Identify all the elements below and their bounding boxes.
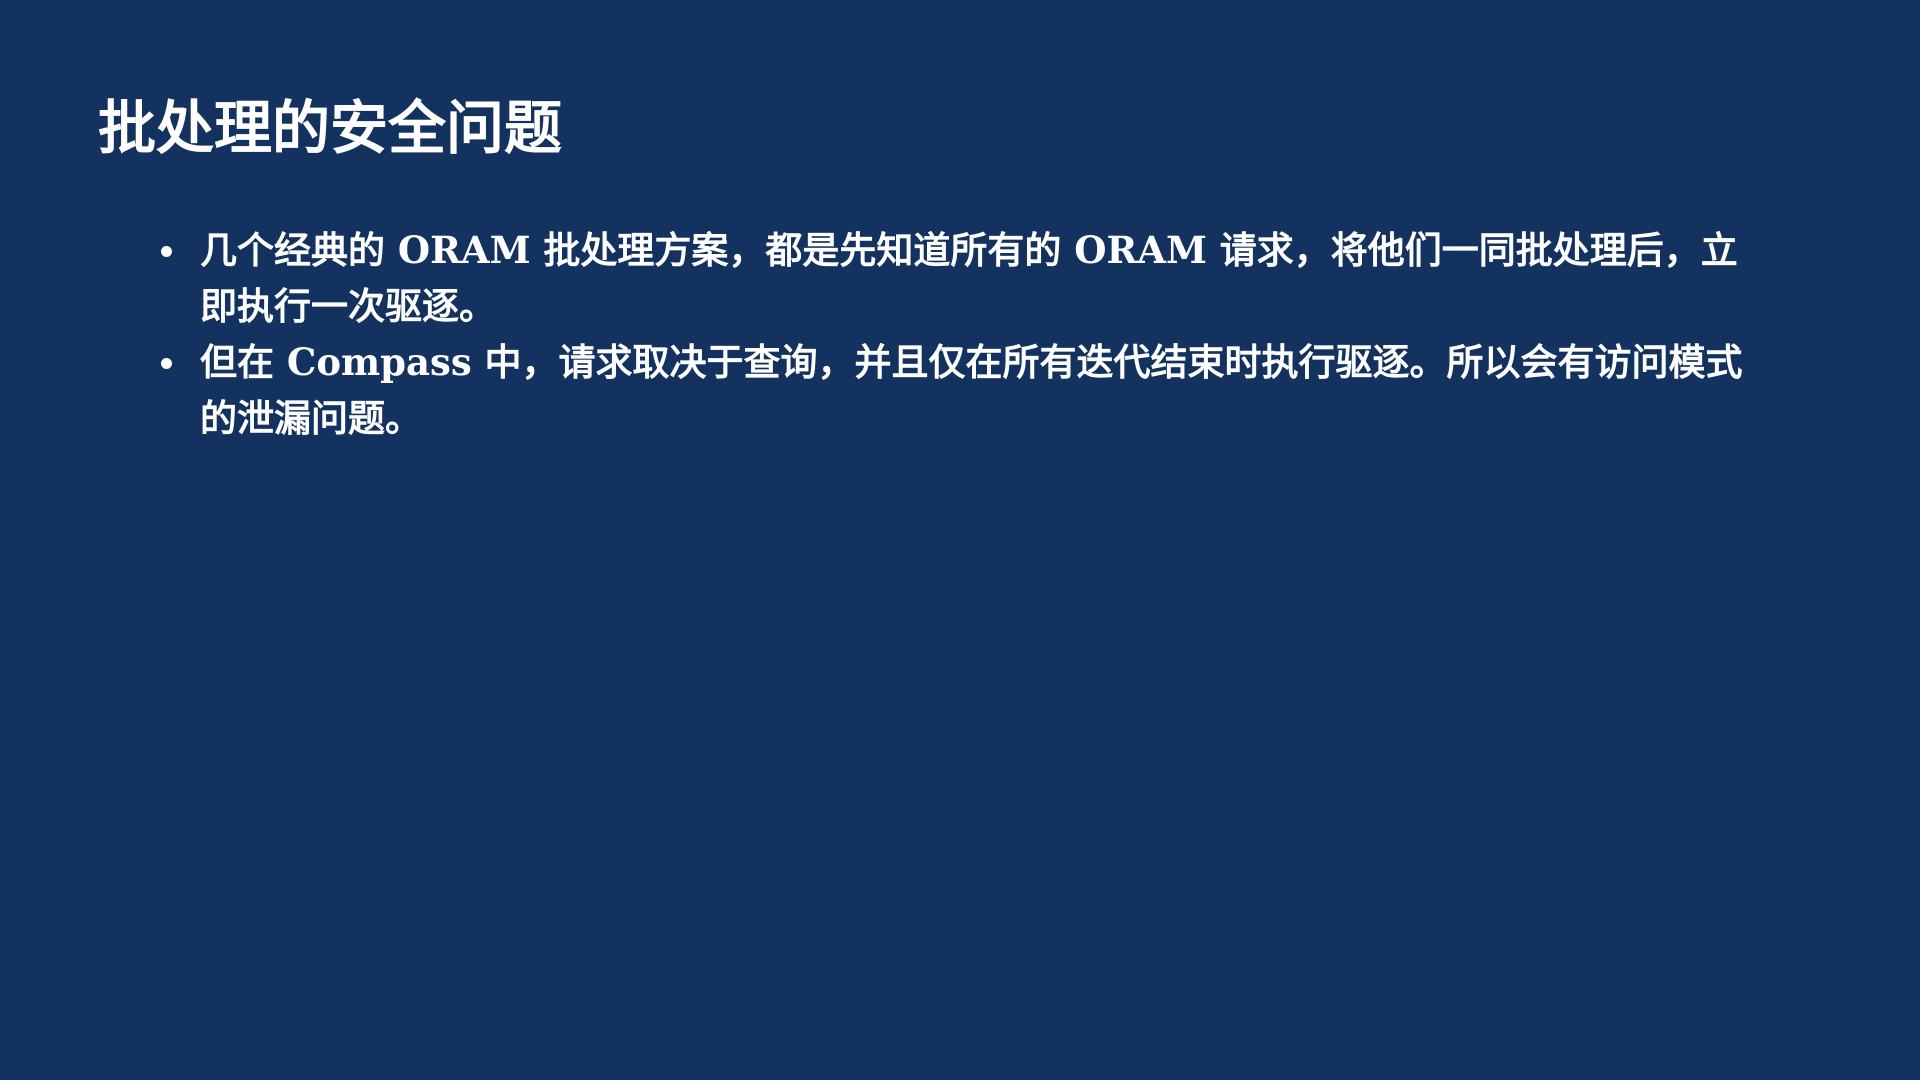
slide-title: 批处理的安全问题: [98, 94, 563, 162]
bullet-text: 但在 Compass 中，请求取决于查询，并且仅在所有迭代结束时执行驱逐。所以会…: [200, 340, 1743, 440]
bullet-text: 几个经典的 ORAM 批处理方案，都是先知道所有的 ORAM 请求，将他们一同批…: [200, 228, 1738, 328]
bullet-item-2: 但在 Compass 中，请求取决于查询，并且仅在所有迭代结束时执行驱逐。所以会…: [152, 334, 1772, 446]
slide: 批处理的安全问题 几个经典的 ORAM 批处理方案，都是先知道所有的 ORAM …: [0, 0, 1920, 1080]
bullet-dot-icon: [161, 358, 172, 369]
bullet-dot-icon: [161, 246, 172, 257]
bullet-item-1: 几个经典的 ORAM 批处理方案，都是先知道所有的 ORAM 请求，将他们一同批…: [152, 222, 1772, 334]
bullet-list: 几个经典的 ORAM 批处理方案，都是先知道所有的 ORAM 请求，将他们一同批…: [152, 222, 1772, 446]
